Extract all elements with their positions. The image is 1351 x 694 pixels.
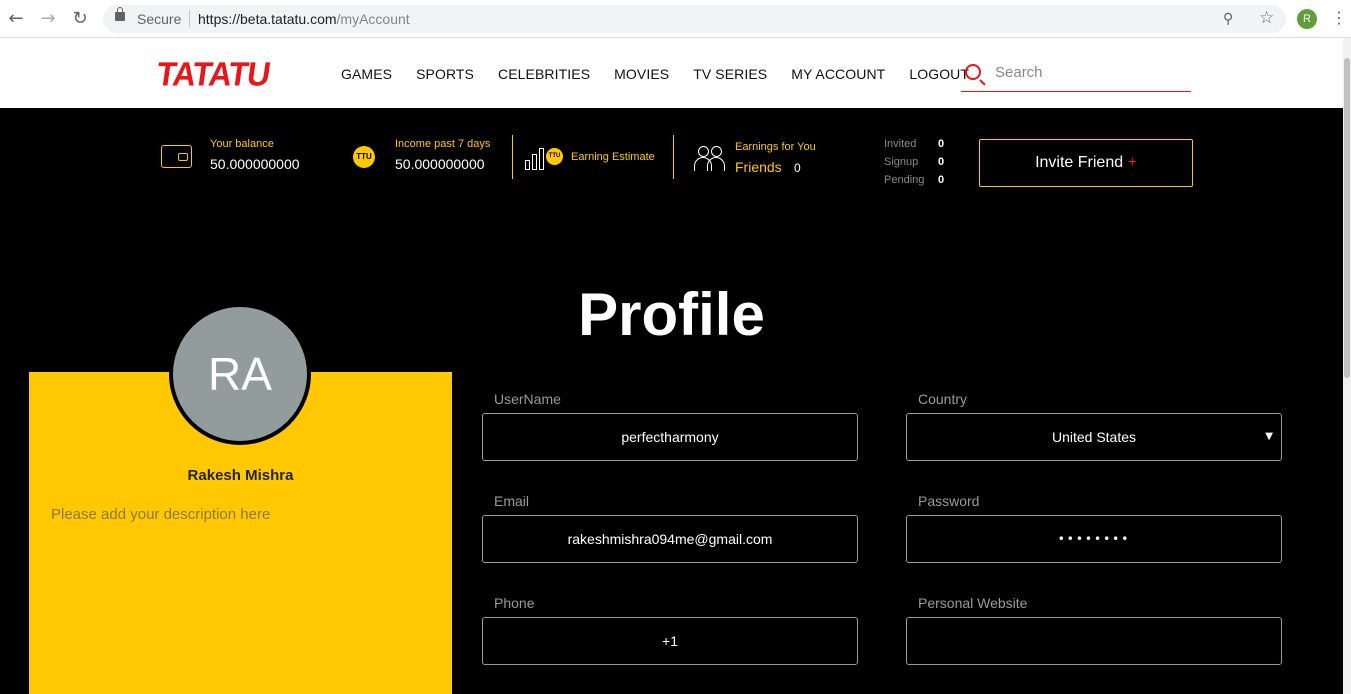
invite-friend-label: Invite Friend: [1035, 154, 1124, 171]
income-label: Income past 7 days: [395, 138, 491, 150]
pending-label: Pending: [884, 174, 925, 186]
earnings-label: Earnings for You: [735, 141, 816, 153]
email-label: Email: [494, 493, 530, 509]
friends-value: 0: [794, 161, 801, 175]
main-nav: GAMES SPORTS CELEBRITIES MOVIES TV SERIE…: [341, 66, 993, 82]
more-menu-icon[interactable]: ⋮: [1331, 8, 1347, 28]
avatar[interactable]: RA: [169, 303, 311, 445]
page-scrollbar[interactable]: [1343, 38, 1351, 694]
back-arrow-icon[interactable]: ←: [6, 9, 26, 29]
tatatu-logo[interactable]: TATATU: [154, 55, 272, 93]
country-label: Country: [918, 391, 968, 407]
earning-estimate-label[interactable]: Earning Estimate: [571, 151, 655, 163]
income-value: 50.000000000: [395, 156, 485, 172]
country-value: United States: [1051, 429, 1137, 445]
reload-icon[interactable]: ↻: [70, 9, 90, 29]
key-icon[interactable]: ⚲: [1223, 11, 1233, 27]
url-divider: [189, 10, 190, 28]
country-select[interactable]: United States ▼: [906, 413, 1282, 461]
browser-toolbar: ← → ↻ Secure https://beta.tatatu.com/myA…: [0, 0, 1351, 38]
username-label: UserName: [494, 391, 561, 407]
nav-tv-series[interactable]: TV SERIES: [693, 66, 767, 82]
address-bar[interactable]: Secure https://beta.tatatu.com/myAccount…: [103, 5, 1286, 33]
username-field[interactable]: perfectharmony: [482, 413, 858, 461]
website-field[interactable]: [906, 617, 1282, 665]
website-label: Personal Website: [918, 595, 1028, 611]
email-field[interactable]: rakeshmishra094me@gmail.com: [482, 515, 858, 563]
star-icon[interactable]: ☆: [1259, 8, 1274, 28]
stats-bar: Your balance 50.000000000 TTU Income pas…: [0, 108, 1343, 208]
nav-sports[interactable]: SPORTS: [416, 66, 474, 82]
dropdown-caret-icon: ▼: [1265, 431, 1273, 442]
search-box: [961, 58, 1191, 92]
friends-icon: [694, 144, 728, 171]
nav-games[interactable]: GAMES: [341, 66, 392, 82]
nav-movies[interactable]: MOVIES: [614, 66, 669, 82]
browser-profile-avatar[interactable]: R: [1297, 9, 1317, 29]
password-field[interactable]: ••••••••: [906, 515, 1282, 563]
balance-value: 50.000000000: [210, 156, 300, 172]
password-label: Password: [918, 493, 980, 509]
invite-friend-button[interactable]: Invite Friend +: [979, 139, 1193, 187]
pending-value: 0: [938, 174, 945, 186]
balance-label: Your balance: [210, 138, 274, 150]
ttu-small-coin-icon: TTU: [546, 148, 563, 165]
phone-label: Phone: [494, 595, 535, 611]
scrollbar-thumb[interactable]: [1344, 58, 1350, 378]
profile-description[interactable]: Please add your description here: [51, 506, 270, 523]
forward-arrow-icon[interactable]: →: [38, 9, 58, 29]
nav-my-account[interactable]: MY ACCOUNT: [791, 66, 885, 82]
search-icon[interactable]: [965, 64, 981, 80]
lock-icon: [115, 7, 125, 21]
signup-label: Signup: [884, 156, 919, 168]
secure-label: Secure: [137, 11, 182, 27]
ttu-coin-icon: TTU: [353, 146, 375, 168]
divider: [673, 135, 674, 179]
site-header: TATATU GAMES SPORTS CELEBRITIES MOVIES T…: [0, 38, 1343, 108]
nav-celebrities[interactable]: CELEBRITIES: [498, 66, 590, 82]
url-text[interactable]: https://beta.tatatu.com/myAccount: [198, 11, 410, 27]
search-input[interactable]: [995, 64, 1185, 81]
invited-label: Invited: [884, 138, 917, 150]
plus-icon: +: [1127, 154, 1137, 171]
divider: [512, 135, 513, 179]
invited-value: 0: [938, 138, 945, 150]
friends-label: Friends: [735, 159, 782, 175]
phone-field[interactable]: +1: [482, 617, 858, 665]
signup-value: 0: [938, 156, 945, 168]
profile-name: Rakesh Mishra: [187, 467, 294, 484]
url-path: /myAccount: [336, 11, 410, 27]
url-host: https://beta.tatatu.com: [198, 11, 337, 27]
wallet-icon: [161, 145, 192, 168]
